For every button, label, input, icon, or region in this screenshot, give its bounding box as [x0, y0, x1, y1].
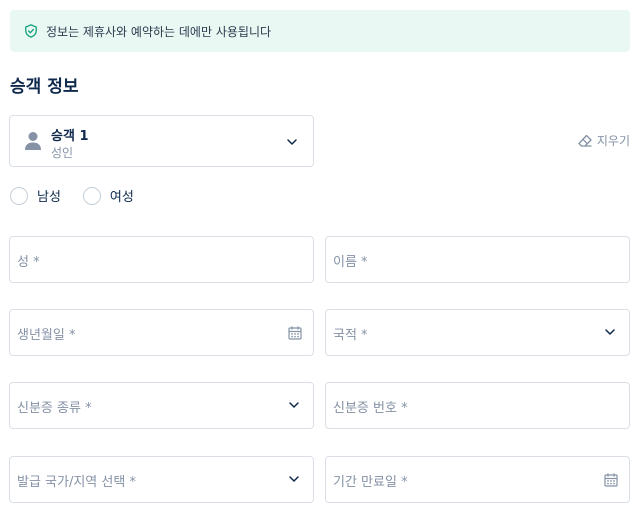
gender-male-radio[interactable]: 남성 — [10, 186, 61, 205]
gender-female-label: 여성 — [109, 190, 134, 205]
passenger-name: 승객 1 — [51, 129, 89, 144]
privacy-notice: 정보는 제휴사와 예약하는 데에만 사용됩니다 — [10, 10, 630, 52]
gender-group: 남성 여성 — [10, 186, 156, 205]
passenger-select[interactable]: 승객 1 성인 — [9, 115, 314, 167]
clear-button[interactable]: 지우기 — [577, 132, 630, 149]
passenger-type: 성인 — [51, 146, 74, 160]
eraser-icon — [577, 133, 593, 149]
expiry-date-field[interactable]: 기간 만료일 * — [325, 456, 630, 503]
calendar-icon — [287, 325, 303, 341]
calendar-icon — [603, 472, 619, 488]
privacy-notice-text: 정보는 제휴사와 예약하는 데에만 사용됩니다 — [46, 24, 272, 39]
section-title: 승객 정보 — [10, 77, 79, 97]
nationality-placeholder: 국적 * — [333, 328, 368, 343]
id-number-field[interactable]: 신분증 번호 * — [325, 382, 630, 429]
issuing-country-placeholder: 발급 국가/지역 선택 * — [17, 475, 136, 490]
id-type-placeholder: 신분증 종류 * — [17, 401, 92, 416]
first-name-placeholder: 이름 * — [333, 255, 368, 270]
gender-male-label: 남성 — [37, 190, 61, 205]
chevron-down-icon — [603, 325, 619, 341]
expiry-date-placeholder: 기간 만료일 * — [333, 475, 408, 490]
id-number-placeholder: 신분증 번호 * — [333, 401, 408, 416]
radio-circle[interactable] — [82, 186, 101, 205]
id-type-select[interactable]: 신분증 종류 * — [9, 382, 314, 429]
clear-label: 지우기 — [596, 134, 630, 148]
radio-circle[interactable] — [10, 186, 28, 205]
chevron-down-icon — [287, 472, 303, 488]
shield-check-icon — [24, 24, 38, 38]
birth-date-placeholder: 생년월일 * — [17, 328, 76, 343]
birth-date-field[interactable]: 생년월일 * — [9, 309, 314, 356]
first-name-field[interactable]: 이름 * — [325, 236, 630, 283]
chevron-down-icon — [285, 134, 299, 148]
chevron-down-icon — [287, 398, 303, 414]
nationality-select[interactable]: 국적 * — [325, 309, 630, 356]
gender-female-radio[interactable]: 여성 — [82, 186, 134, 205]
person-icon — [24, 131, 42, 151]
last-name-field[interactable]: 성 * — [9, 236, 314, 283]
issuing-country-select[interactable]: 발급 국가/지역 선택 * — [9, 456, 314, 503]
last-name-placeholder: 성 * — [17, 255, 40, 270]
